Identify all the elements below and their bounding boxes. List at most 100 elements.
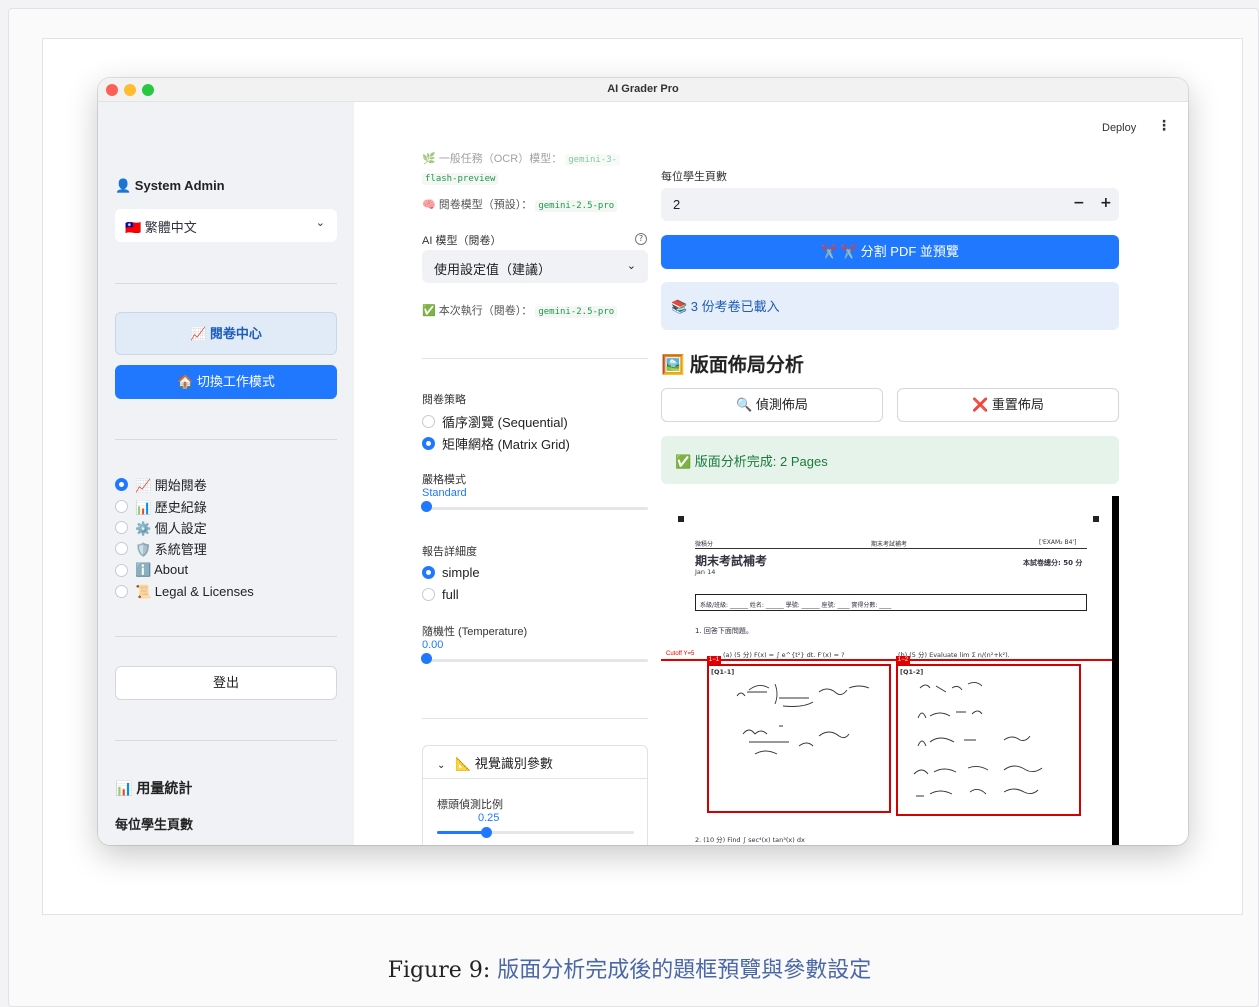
doc-score-note: 本試卷總分: 50 分 [1023, 559, 1083, 567]
radio[interactable] [115, 499, 128, 513]
increment-button[interactable]: + [1100, 195, 1112, 211]
expander-header[interactable]: ⌄ 📐 視覺識別參數 [437, 753, 553, 772]
doc-q1a: (a) (5 分) F(x) = ∫ e^{t²} dt. F′(x) = ? [723, 651, 845, 659]
doc-info-row: 系級/班級: ______ 姓名: ______ 學號: ______ 座號: … [695, 594, 1087, 611]
detect-layout-button[interactable]: 🔍 偵測佈局 [661, 388, 883, 422]
nav-item-legal[interactable]: 📜 Legal & Licenses [115, 581, 254, 602]
run-model-label: ✅ 本次執行（閱卷）： [422, 305, 533, 317]
doc-header-right: ['EXAM₂ B4'] [1039, 539, 1077, 546]
grading-model-label: 🧠 閱卷模型（預設）： [422, 199, 533, 211]
usage-title: 📊 用量統計 [115, 780, 193, 796]
main-menu-icon[interactable]: ⋮ [1157, 118, 1171, 134]
box-label: [Q1-2] [900, 668, 924, 676]
divider [423, 778, 647, 779]
language-select[interactable]: 🇹🇼 繁體中文 ⌄ [115, 209, 337, 242]
layout-preview[interactable]: 微積分 期末考試補考 ['EXAM₂ B4'] 期末考試補考 Jan 14 本試… [661, 496, 1119, 845]
nav-item-personal-settings[interactable]: ⚙️ 個人設定 [115, 517, 254, 538]
detail-full[interactable]: full [422, 583, 480, 604]
ocr-model-line2: flash-preview [422, 166, 499, 185]
decrement-button[interactable]: − [1073, 195, 1085, 211]
radio[interactable] [115, 520, 128, 534]
ai-model-select[interactable]: 使用設定值（建議） ⌄ [422, 250, 648, 283]
ocr-model-line: 🌿 一般任務（OCR）模型： gemini-3- [422, 150, 621, 166]
grading-model-tag: gemini-2.5-pro [535, 200, 618, 212]
strategy-option-label: 矩陣網格 (Matrix Grid) [442, 436, 570, 452]
strategy-label: 閱卷策略 [422, 394, 466, 406]
nav-item-history[interactable]: 📊 歷史紀錄 [115, 495, 254, 516]
deploy-button[interactable]: Deploy [1102, 122, 1136, 134]
pages-per-student-input[interactable]: 2 [661, 188, 1119, 221]
strict-mode-label: 嚴格模式 [422, 474, 466, 486]
switch-mode-button[interactable]: 🏠 切換工作模式 [115, 365, 337, 399]
divider [115, 283, 337, 284]
main-area: Deploy ⋮ 🌿 一般任務（OCR）模型： gemini-3- flash-… [354, 102, 1188, 845]
handwriting-q1-2 [913, 681, 1043, 797]
reset-layout-button[interactable]: ❌ 重置佈局 [897, 388, 1119, 422]
run-model-tag: gemini-2.5-pro [535, 306, 618, 318]
doc-q1b: (b) (5 分) Evaluate lim Σ n/(n²+k²). [898, 651, 1010, 659]
chevron-down-icon: ⌄ [437, 760, 446, 771]
chevron-down-icon: ⌄ [315, 217, 325, 229]
figure-caption: Figure 9: 版面分析完成後的題框預覽與參數設定 [0, 952, 1259, 984]
nav-label: 📜 Legal & Licenses [135, 583, 254, 599]
vision-params-expander: ⌄ 📐 視覺識別參數 標頭偵測比例 0.25 [422, 745, 648, 845]
doc-header-left: 微積分 [695, 541, 714, 548]
sidebar: 👤 System Admin 🇹🇼 繁體中文 ⌄ 📈 閱卷中心 🏠 切換工作模式… [98, 102, 354, 845]
detail-option-label: full [442, 586, 459, 602]
grading-center-button[interactable]: 📈 閱卷中心 [115, 312, 337, 355]
preview-scan-edge [1112, 496, 1119, 845]
strict-mode-value: Standard [422, 487, 467, 499]
nav-item-start-grading[interactable]: 📈 開始閱卷 [115, 474, 254, 495]
answer-box-q1-2[interactable]: [Q1-2] [896, 664, 1081, 816]
logout-button[interactable]: 登出 [115, 666, 337, 700]
analysis-success-text: ✅ 版面分析完成: 2 Pages [675, 454, 828, 469]
box-label: [Q1-1] [711, 668, 735, 676]
ai-model-value: 使用設定值（建議） [434, 262, 552, 277]
doc-header-mid: 期末考試補考 [871, 541, 908, 548]
doc-rule [695, 548, 1087, 549]
nav-label: 🛡️ 系統管理 [135, 542, 207, 558]
doc-question-intro: 1. 回答下面問題。 [695, 627, 753, 635]
split-pdf-button[interactable]: ✂️ ✂️ 分割 PDF 並預覽 [661, 235, 1119, 269]
layout-analysis-title: 🖼️ 版面佈局分析 [661, 355, 804, 376]
radio-selected[interactable] [422, 436, 435, 450]
header-ratio-slider-thumb[interactable] [481, 827, 493, 838]
nav-label: 📈 開始閱卷 [135, 478, 207, 494]
loaded-info-box: 📚 3 份考卷已載入 [661, 282, 1119, 330]
strategy-radio-group: 循序瀏覽 (Sequential) 矩陣網格 (Matrix Grid) [422, 411, 570, 454]
figure-number: Figure 9: [387, 958, 491, 983]
ocr-model-label: 🌿 一般任務（OCR）模型： [422, 153, 563, 165]
radio-selected[interactable] [115, 478, 128, 492]
radio[interactable] [422, 587, 435, 601]
strict-mode-slider-thumb[interactable] [421, 501, 432, 512]
registration-mark [1093, 516, 1099, 522]
radio[interactable] [115, 585, 128, 599]
detail-radio-group: simple full [422, 562, 480, 605]
nav-label: ℹ️ About [135, 562, 189, 578]
temperature-slider[interactable] [422, 659, 648, 662]
radio-selected[interactable] [422, 566, 435, 580]
app-window: AI Grader Pro 👤 System Admin 🇹🇼 繁體中文 ⌄ 📈… [98, 78, 1188, 845]
ai-model-label: AI 模型（閱卷） [422, 235, 502, 247]
strategy-sequential[interactable]: 循序瀏覽 (Sequential) [422, 411, 570, 432]
strategy-matrix[interactable]: 矩陣網格 (Matrix Grid) [422, 432, 570, 453]
nav-item-system-admin[interactable]: 🛡️ 系統管理 [115, 538, 254, 559]
radio[interactable] [115, 542, 128, 556]
radio[interactable] [115, 563, 128, 577]
nav-label: ⚙️ 個人設定 [135, 520, 207, 536]
nav-radio-group: 📈 開始閱卷 📊 歷史紀錄 ⚙️ 個人設定 🛡️ 系統管理 ℹ️ About 📜… [115, 474, 254, 602]
nav-item-about[interactable]: ℹ️ About [115, 560, 254, 581]
usage-subtitle: 每位學生頁數 [115, 817, 194, 832]
divider [115, 439, 337, 440]
answer-box-q1-1[interactable]: [Q1-1] [707, 664, 891, 813]
radio[interactable] [422, 415, 435, 429]
help-icon[interactable]: ? [635, 233, 647, 245]
detail-option-label: simple [442, 565, 480, 581]
detail-simple[interactable]: simple [422, 562, 480, 583]
temperature-value: 0.00 [422, 639, 444, 651]
strategy-option-label: 循序瀏覽 (Sequential) [442, 415, 568, 431]
doc-q2: 2. (10 分) Find ∫ sec⁴(x) tan³(x) dx [695, 836, 805, 844]
strict-mode-slider[interactable] [422, 507, 648, 510]
temperature-slider-thumb[interactable] [421, 653, 432, 664]
pages-per-student-label: 每位學生頁數 [661, 171, 727, 183]
